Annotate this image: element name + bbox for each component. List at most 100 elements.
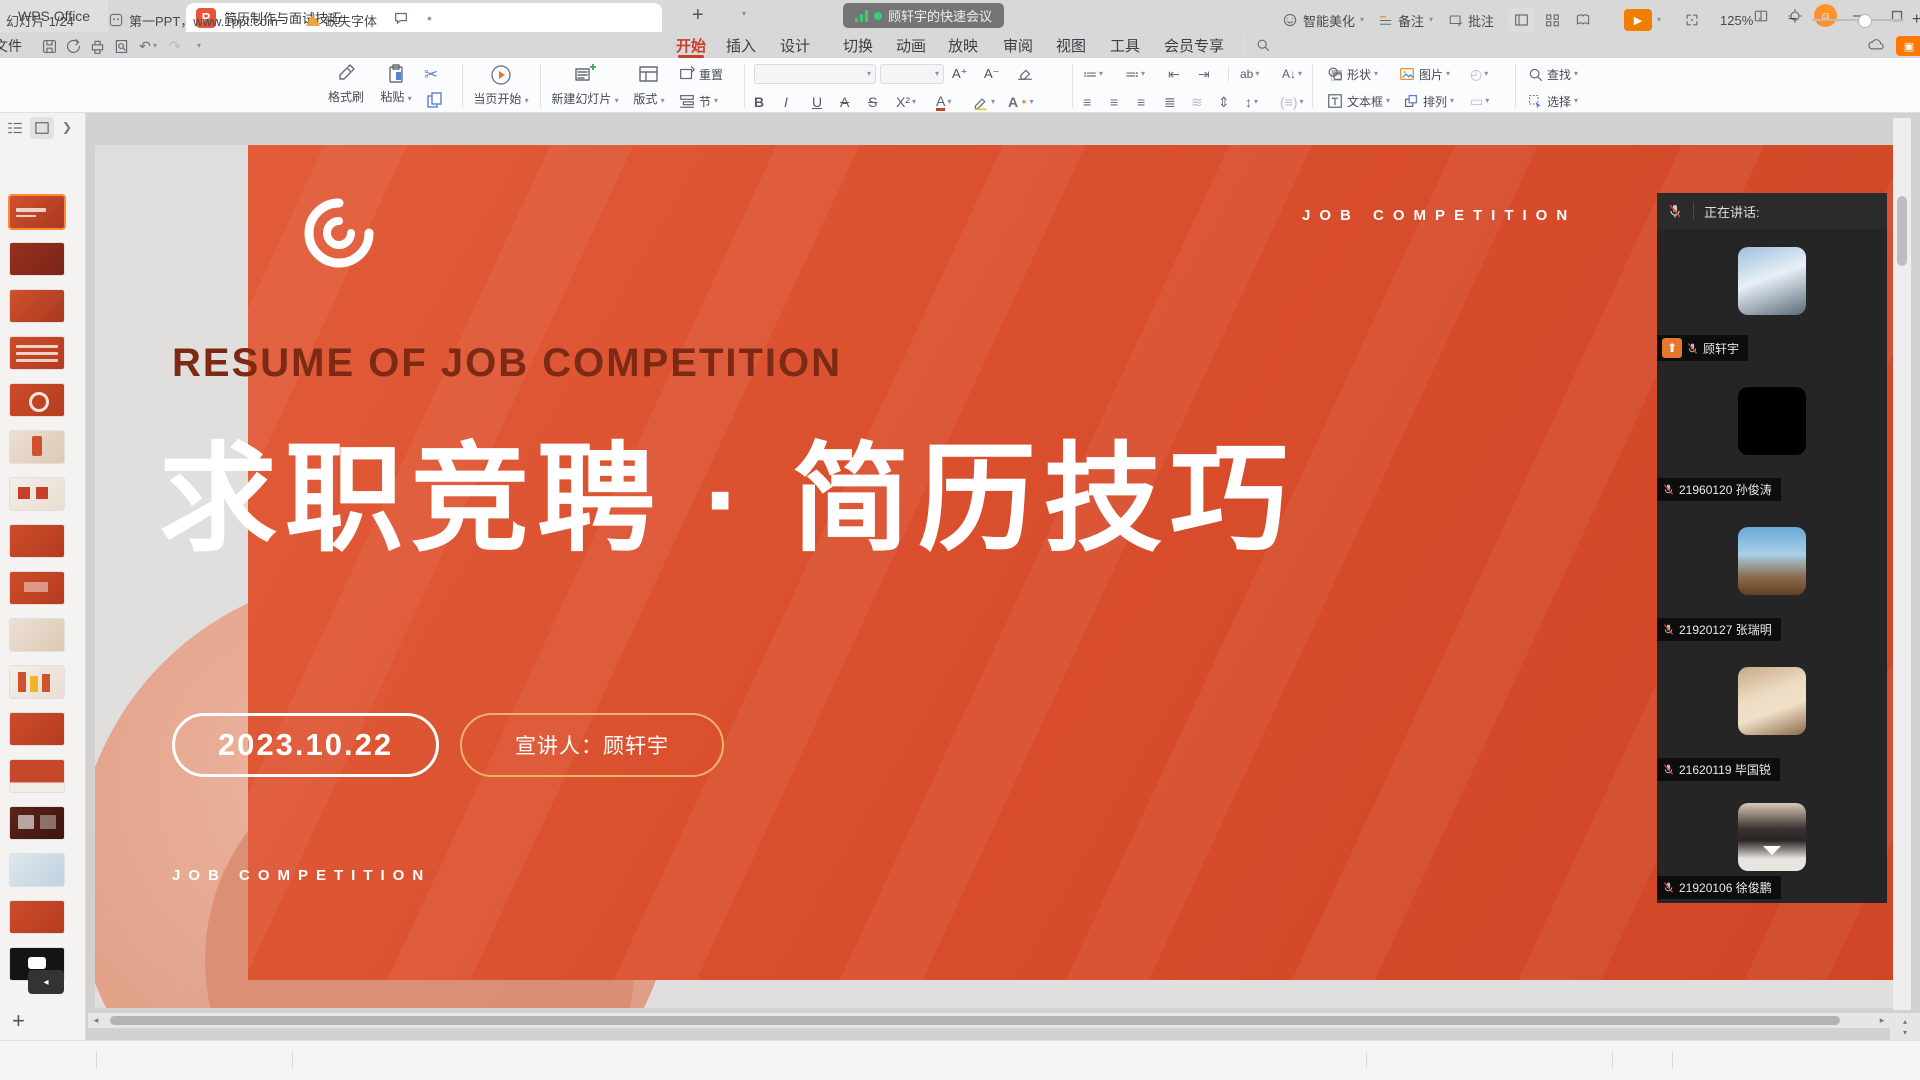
text-effects-button[interactable]: A✦▾ — [1008, 92, 1034, 112]
shapes-button[interactable]: 形状▾ — [1326, 64, 1378, 84]
distribute-icon[interactable]: ≋ — [1191, 92, 1203, 112]
tab-tools[interactable]: 工具 — [1106, 33, 1144, 57]
slide-thumbnail-14[interactable] — [10, 807, 64, 839]
zoom-level[interactable]: 125%▾ — [1720, 0, 1762, 40]
participant-tile[interactable]: 21620119 毕国锐 — [1657, 649, 1887, 790]
normal-view-button[interactable] — [1508, 8, 1534, 32]
justify-icon[interactable]: ≣ — [1164, 92, 1176, 112]
mic-muted-icon[interactable] — [1667, 203, 1683, 219]
bold-button[interactable]: B — [754, 92, 764, 112]
slide-view-icon[interactable] — [30, 117, 54, 139]
superscript-button[interactable]: X²▾ — [896, 92, 916, 112]
slideshow-tools-icon[interactable]: ▭▾ — [1470, 91, 1489, 111]
participant-tile[interactable]: 21960120 孙俊涛 — [1657, 369, 1887, 510]
decrease-font-button[interactable]: A⁻ — [984, 64, 1000, 84]
section-button[interactable]: 节 ▾ — [678, 91, 718, 111]
paste-button[interactable]: 粘贴 ▾ — [372, 63, 420, 105]
char-spacing-button[interactable]: ab▾ — [1240, 64, 1259, 84]
shadow-button[interactable]: S — [868, 92, 877, 112]
tab-transition[interactable]: 切换 — [839, 33, 877, 57]
increase-font-button[interactable]: A⁺ — [952, 64, 968, 84]
underline-button[interactable]: U — [812, 92, 822, 112]
tab-list-chevron-icon[interactable]: ▾ — [742, 10, 746, 18]
tab-slideshow[interactable]: 放映 — [944, 33, 982, 57]
zoom-slider[interactable] — [1812, 19, 1904, 21]
participant-tile[interactable]: 21920127 张瑞明 — [1657, 509, 1887, 650]
select-button[interactable]: 选择▾ — [1527, 91, 1578, 111]
picture-button[interactable]: 图片▾ — [1398, 64, 1450, 84]
horizontal-scrollbar[interactable]: ◂ ▸ — [88, 1013, 1890, 1028]
slide-thumbnail-9[interactable] — [10, 572, 64, 604]
highlight-button[interactable]: ▾ — [972, 92, 995, 112]
layout-button[interactable]: 版式 ▾ — [624, 63, 674, 107]
tab-animation[interactable]: 动画 — [892, 33, 930, 57]
font-color-button[interactable]: A▾ — [936, 92, 951, 112]
scroll-left-arrow-icon[interactable]: ◂ — [88, 1015, 104, 1026]
align-left-icon[interactable]: ≡ — [1083, 92, 1091, 112]
tab-view[interactable]: 视图 — [1052, 33, 1090, 57]
tab-design[interactable]: 设计 — [776, 33, 814, 57]
new-slide-button[interactable]: 新建幻灯片 ▾ — [546, 63, 624, 107]
decrease-indent-icon[interactable]: ⇤ — [1168, 64, 1180, 84]
slide-thumbnail-6[interactable] — [10, 431, 64, 463]
participant-tile[interactable]: ⬆ 顾轩宇 — [1657, 229, 1887, 370]
slide-thumbnail-8[interactable] — [10, 525, 64, 557]
collapse-flag[interactable]: ◂ — [28, 970, 64, 994]
arrange-button[interactable]: 排列▾ — [1402, 91, 1454, 111]
meeting-banner[interactable]: 顾轩宇的快速会议 — [843, 3, 1004, 28]
slide-thumbnail-4[interactable] — [10, 337, 64, 369]
material-library-icon[interactable]: ◴▾ — [1470, 64, 1488, 84]
zoom-in-button[interactable]: + — [1912, 0, 1920, 40]
scroll-corner[interactable]: ▴▾ — [1890, 1013, 1920, 1040]
slide-thumbnail-3[interactable] — [10, 290, 64, 322]
font-size-select[interactable]: ▾ — [880, 64, 944, 84]
slide-canvas[interactable]: JOB COMPETITION RESUME OF JOB COMPETITIO… — [95, 145, 1910, 1008]
tab-insert[interactable]: 插入 — [722, 33, 760, 57]
vertical-scrollbar[interactable] — [1893, 118, 1911, 1010]
numbered-list-button[interactable]: ≕▾ — [1125, 64, 1145, 84]
zoom-slider-knob[interactable] — [1858, 14, 1872, 28]
slide-thumbnail-15[interactable] — [10, 854, 64, 886]
print-icon[interactable] — [86, 36, 108, 56]
expand-more-arrow-icon[interactable] — [1763, 855, 1781, 873]
reset-button[interactable]: 重置 — [678, 64, 723, 84]
add-slide-button[interactable]: + — [12, 1008, 25, 1034]
slide-thumbnail-11[interactable] — [10, 666, 64, 698]
cut-icon[interactable]: ✂ — [424, 65, 438, 85]
slide-thumbnail-2[interactable] — [10, 243, 64, 275]
slide-thumbnail-13[interactable] — [10, 760, 64, 792]
play-from-page-button[interactable]: 当页开始 ▾ — [468, 63, 534, 107]
search-icon[interactable] — [1252, 35, 1274, 55]
clear-format-icon[interactable] — [1016, 64, 1034, 82]
tab-review[interactable]: 审阅 — [999, 33, 1037, 57]
slide-thumbnail-7[interactable] — [10, 478, 64, 510]
horizontal-scrollbar-thumb[interactable] — [110, 1016, 1840, 1025]
copy-icon[interactable] — [424, 90, 444, 110]
slide-sorter-view-button[interactable] — [1539, 8, 1565, 32]
expand-panel-chevron-icon[interactable]: ❯ — [62, 120, 72, 134]
smart-beautify-button[interactable]: 智能美化▾ — [1282, 0, 1364, 40]
text-direction-button[interactable]: A↓▾ — [1282, 64, 1302, 84]
slide-thumbnail-10[interactable] — [10, 619, 64, 651]
slide-thumbnail-16[interactable] — [10, 901, 64, 933]
scroll-right-arrow-icon[interactable]: ▸ — [1874, 1015, 1890, 1026]
tab-chat-bubble-icon[interactable] — [393, 10, 409, 26]
play-options-chevron-icon[interactable]: ▾ — [1657, 16, 1661, 24]
find-button[interactable]: 查找▾ — [1527, 64, 1578, 84]
slide-thumbnail-12[interactable] — [10, 713, 64, 745]
zoom-out-button[interactable]: − — [1788, 0, 1797, 40]
notes-button[interactable]: 备注▾ — [1378, 0, 1433, 40]
tab-member[interactable]: 会员专享 — [1160, 33, 1228, 57]
slide-thumbnail-1[interactable] — [10, 196, 64, 228]
vertical-scrollbar-thumb[interactable] — [1897, 196, 1907, 266]
missing-font-warning[interactable]: 缺失字体 — [306, 0, 377, 40]
increase-indent-icon[interactable]: ⇥ — [1198, 64, 1210, 84]
bullet-list-button[interactable]: ≔▾ — [1083, 64, 1103, 84]
reading-view-button[interactable] — [1570, 8, 1596, 32]
fit-screen-button[interactable] — [1684, 0, 1700, 40]
row-spacing-icon[interactable]: ⇕ — [1218, 92, 1230, 112]
tab-home[interactable]: 开始 — [672, 33, 710, 57]
format-painter-button[interactable]: 格式刷 — [320, 63, 372, 105]
font-name-select[interactable]: ▾ — [754, 64, 876, 84]
slide-thumbnail-5[interactable] — [10, 384, 64, 416]
